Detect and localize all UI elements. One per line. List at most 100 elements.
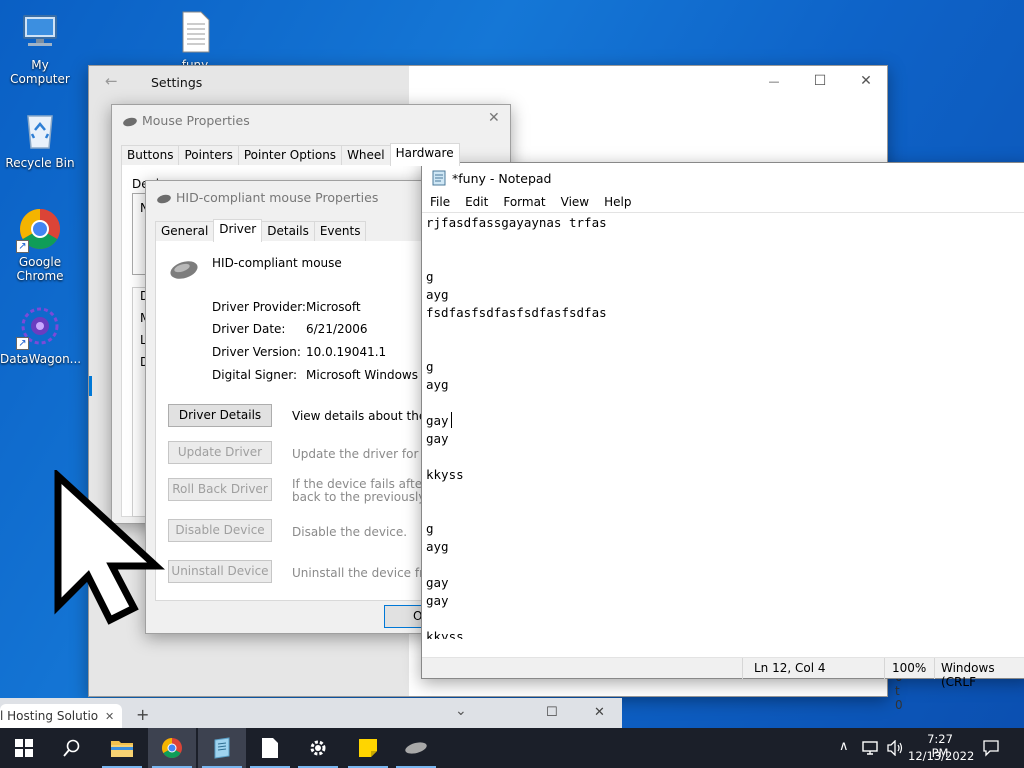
roll-back-driver-button[interactable]: Roll Back Driver	[168, 478, 272, 501]
notepad-line	[426, 484, 607, 502]
notepad-line: ayg	[426, 539, 449, 554]
mouse-properties-title: Mouse Properties	[142, 113, 250, 128]
chrome-icon: ↗	[16, 207, 62, 253]
desktop-icon-label: Recycle Bin	[5, 156, 75, 170]
notepad-line: rjfasdfassgayaynas trfas	[426, 215, 607, 230]
search-button[interactable]	[48, 728, 96, 768]
desktop-icon-recycle-bin[interactable]: Recycle Bin	[0, 108, 80, 170]
taskbar-text-file[interactable]	[246, 728, 294, 768]
taskbar-settings[interactable]	[294, 728, 342, 768]
desktop-icon-chrome[interactable]: ↗ Google Chrome	[0, 207, 80, 283]
notepad-line: fsdfasfsdfasfsdfasfsdfas	[426, 305, 607, 320]
maximize-button[interactable]: ☐	[797, 66, 843, 96]
taskbar-mouse-props[interactable]	[392, 728, 440, 768]
browser-tab-close-icon[interactable]: ✕	[105, 710, 114, 723]
shortcut-arrow-icon: ↗	[16, 337, 29, 350]
taskbar-sticky-notes[interactable]	[344, 728, 392, 768]
menu-view[interactable]: View	[561, 195, 589, 209]
windows-logo-icon	[15, 739, 33, 757]
status-bar: Ln 12, Col 4 100% Windows (CRLF	[422, 657, 1024, 689]
browser-maximize-button[interactable]: ☐	[546, 705, 558, 720]
tab-pointer-options[interactable]: Pointer Options	[237, 145, 343, 165]
large-pointer-icon	[52, 468, 167, 625]
disable-device-button[interactable]: Disable Device	[168, 519, 272, 542]
status-position: Ln 12, Col 4	[754, 661, 826, 675]
browser-tab-title: l Hosting Solutio	[0, 709, 99, 723]
notepad-line	[426, 448, 607, 466]
mouse-icon	[405, 742, 427, 754]
notepad-line	[426, 502, 607, 520]
tab-wheel[interactable]: Wheel	[341, 145, 391, 165]
disable-device-desc: Disable the device.	[292, 525, 408, 539]
status-zoom: 100%	[892, 661, 927, 675]
browser-window-strip: l Hosting Solutio ✕ + ⌄ ☐ ✕	[0, 698, 622, 728]
notepad-line: g	[426, 521, 434, 536]
tab-pointers[interactable]: Pointers	[178, 145, 239, 165]
search-icon	[63, 739, 80, 757]
shortcut-arrow-icon: ↗	[16, 240, 29, 253]
back-icon[interactable]: ←	[105, 72, 118, 90]
notepad-line: gay	[426, 575, 449, 590]
notepad-line	[426, 250, 607, 268]
new-tab-button[interactable]: +	[136, 705, 149, 724]
menu-file[interactable]: File	[430, 195, 450, 209]
notepad-line: g	[426, 359, 434, 374]
hid-tabs: General Driver Details Events	[155, 219, 437, 242]
network-icon[interactable]	[862, 740, 880, 759]
menu-format[interactable]: Format	[503, 195, 545, 209]
minimize-button[interactable]: —	[751, 66, 797, 96]
close-button[interactable]: ✕	[843, 66, 889, 96]
field-label: Driver Date:	[212, 322, 286, 336]
notepad-icon	[431, 170, 447, 189]
tray-overflow-icon[interactable]: ∧	[839, 739, 849, 754]
driver-details-button[interactable]: Driver Details	[168, 404, 272, 427]
desktop-icon-my-computer[interactable]: My Computer	[0, 10, 80, 86]
tab-general[interactable]: General	[155, 221, 215, 241]
notepad-line	[426, 340, 607, 358]
mouse-tabs: Buttons Pointers Pointer Options Wheel H…	[121, 143, 503, 166]
chrome-icon	[162, 738, 182, 758]
notepad-line	[426, 556, 607, 574]
taskbar-file-explorer[interactable]	[98, 728, 146, 768]
tab-search-chevron-icon[interactable]: ⌄	[455, 703, 467, 719]
taskbar-notepad[interactable]	[198, 728, 246, 768]
computer-icon	[18, 10, 62, 54]
desktop-icon-label: My Computer	[10, 58, 70, 86]
tab-buttons[interactable]: Buttons	[121, 145, 180, 165]
sticky-note-icon	[359, 739, 377, 757]
text-caret	[451, 412, 452, 428]
notepad-icon	[214, 737, 230, 759]
notifications-icon[interactable]	[982, 739, 1000, 760]
desktop-icon-funy[interactable]: funy	[155, 10, 235, 72]
notepad-text: rjfasdfassgayaynas trfas g ayg fsdfasfsdfa…	[426, 214, 607, 639]
notepad-line: ayg	[426, 377, 449, 392]
tab-events[interactable]: Events	[313, 221, 367, 241]
gear-icon	[310, 740, 326, 756]
tab-hardware[interactable]: Hardware	[389, 143, 460, 166]
menu-edit[interactable]: Edit	[465, 195, 488, 209]
update-driver-button[interactable]: Update Driver	[168, 441, 272, 464]
volume-icon[interactable]	[886, 739, 904, 759]
taskbar: ∧ 7:27 PM 12/13/2022	[0, 728, 1024, 768]
notepad-line	[426, 394, 607, 412]
notepad-line	[426, 232, 607, 250]
uninstall-device-button[interactable]: Uninstall Device	[168, 560, 272, 583]
taskbar-chrome[interactable]	[148, 728, 196, 768]
close-icon[interactable]: ✕	[488, 110, 500, 126]
field-value: 6/21/2006	[306, 322, 368, 336]
field-value: 10.0.19041.1	[306, 345, 387, 359]
desktop-icon-datawagon[interactable]: ↗ DataWagon...	[0, 304, 81, 366]
notepad-line: ayg	[426, 287, 449, 302]
clock-date[interactable]: 12/13/2022	[908, 749, 974, 763]
notepad-editor[interactable]: rjfasdfassgayaynas trfas g ayg fsdfasfsdfa…	[422, 212, 1024, 639]
tab-details[interactable]: Details	[261, 221, 315, 241]
desktop-icon-label: Google Chrome	[16, 255, 64, 283]
device-name: HID-compliant mouse	[212, 256, 342, 270]
tab-driver[interactable]: Driver	[213, 219, 263, 242]
browser-tab[interactable]: l Hosting Solutio	[0, 704, 122, 728]
menu-help[interactable]: Help	[604, 195, 631, 209]
start-button[interactable]	[0, 728, 48, 768]
device-mouse-icon	[168, 259, 200, 284]
browser-close-button[interactable]: ✕	[594, 705, 605, 720]
datawagon-icon: ↗	[16, 304, 62, 350]
